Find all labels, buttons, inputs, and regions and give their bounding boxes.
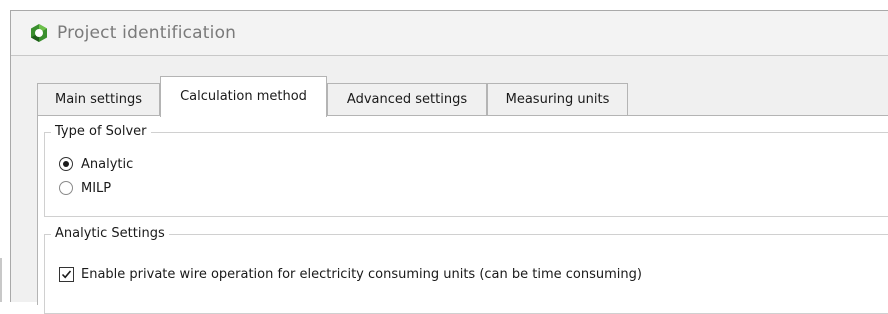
tab-measuring-units[interactable]: Measuring units [487,83,628,115]
radio-milp[interactable]: MILP [59,179,111,197]
private-wire-checkbox[interactable] [59,266,74,282]
analytic-settings-legend: Analytic Settings [51,226,169,241]
left-edge-stub [0,258,2,302]
project-logo-icon [31,24,47,42]
private-wire-label: Enable private wire operation for electr… [81,266,642,282]
tab-calculation-method[interactable]: Calculation method [160,76,327,117]
private-wire-checkbox-row[interactable]: Enable private wire operation for electr… [59,265,642,283]
tab-main-settings[interactable]: Main settings [37,83,160,115]
radio-milp-indicator[interactable] [59,181,73,195]
radio-milp-label: MILP [81,180,112,196]
analytic-settings-group: Analytic Settings Enable private wire op… [44,226,888,314]
checkmark-icon [61,269,72,278]
solver-type-group: Type of Solver Analytic MILP [44,124,888,217]
panel-title: Project identification [57,23,237,43]
radio-analytic-label: Analytic [81,156,134,172]
tab-advanced-settings[interactable]: Advanced settings [327,83,487,115]
solver-type-legend: Type of Solver [51,124,151,139]
calculation-method-page: Type of Solver Analytic MILP Analytic Se… [37,115,888,314]
panel-header: Project identification [11,11,888,56]
radio-analytic-indicator[interactable] [59,157,73,171]
radio-analytic[interactable]: Analytic [59,155,133,173]
project-identification-panel: Project identification Main settings Cal… [10,10,888,314]
